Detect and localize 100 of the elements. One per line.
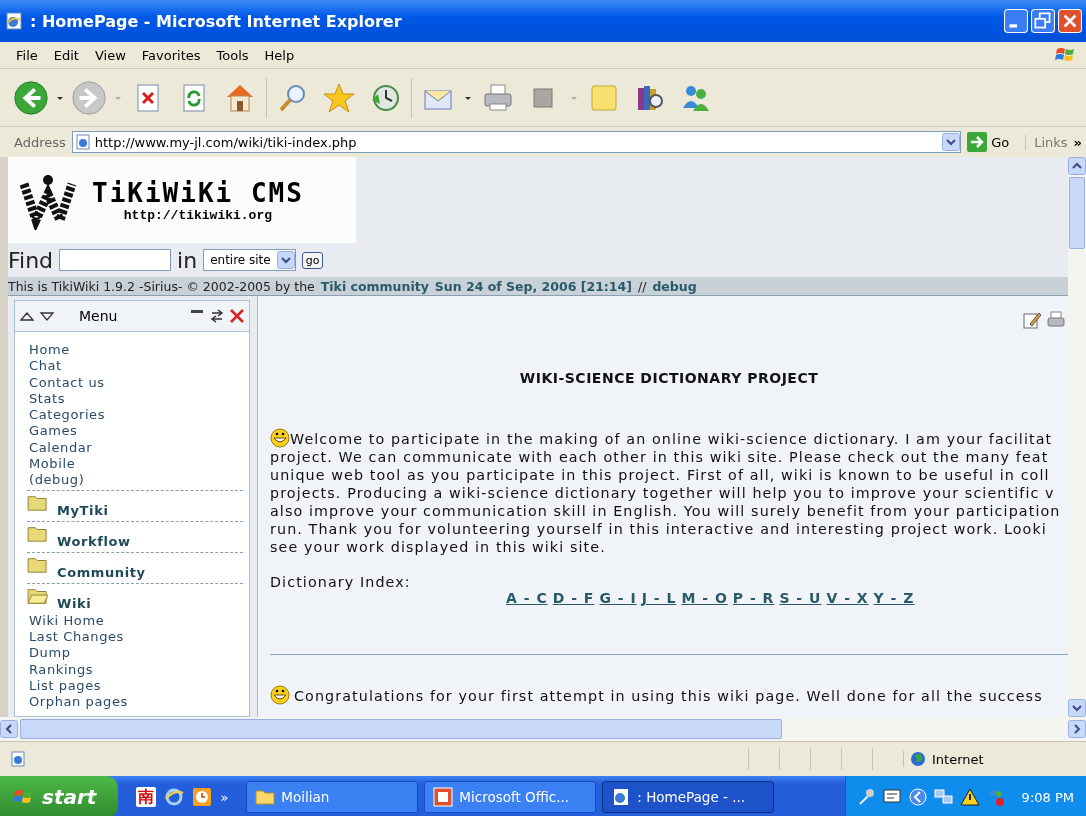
warning-icon[interactable] xyxy=(959,787,980,807)
date-text: Sun 24 of Sep, 2006 [21:14] xyxy=(434,278,632,294)
browser-page-icon xyxy=(10,751,26,767)
window-title: : HomePage - Microsoft Internet Explorer xyxy=(30,11,403,31)
menu-link[interactable]: List pages xyxy=(29,677,102,695)
forward-icon[interactable] xyxy=(70,78,108,117)
menu-link[interactable]: Last Changes xyxy=(29,628,124,646)
smiley-icon xyxy=(270,685,290,705)
paragraph-line: unique web tool as you participate in this project. First of all, wiki is known to be useful in coll xyxy=(270,466,1050,484)
menu-item[interactable]: Help xyxy=(256,45,303,65)
scope-select[interactable]: entire site xyxy=(203,249,296,271)
menu-section[interactable]: Community xyxy=(57,564,146,580)
menu-link[interactable]: Calendar xyxy=(29,439,93,457)
menu-link[interactable]: Orphan pages xyxy=(29,694,128,711)
move-arrows-icon[interactable] xyxy=(19,310,55,322)
in-label: in xyxy=(177,247,198,273)
zone-label: Internet xyxy=(932,751,984,767)
vertical-scrollbar[interactable] xyxy=(1068,157,1086,717)
menu-link[interactable]: Chat xyxy=(29,358,62,375)
index-link[interactable]: G - I xyxy=(599,590,637,606)
scroll-thumb[interactable] xyxy=(1069,177,1085,249)
close-button[interactable] xyxy=(1058,9,1082,33)
menu-link[interactable]: Games xyxy=(29,423,78,440)
logo-title: TiKiWiKi CMS xyxy=(92,177,304,208)
presentation-icon xyxy=(433,787,454,807)
index-link[interactable]: S - U xyxy=(779,590,822,606)
clock-icon[interactable] xyxy=(192,787,213,807)
horizontal-scrollbar[interactable] xyxy=(0,717,1086,741)
links-label[interactable]: Links xyxy=(1025,134,1068,150)
menu-link[interactable]: Mobile xyxy=(29,456,76,473)
menu-section[interactable]: MyTiki xyxy=(57,502,109,518)
menu-link[interactable]: Wiki Home xyxy=(29,612,105,629)
more-chevron[interactable]: » xyxy=(220,789,229,805)
menu-link[interactable]: (debug) xyxy=(29,472,85,489)
go-button[interactable]: Go xyxy=(967,132,1020,152)
community-link[interactable]: Tiki community xyxy=(320,278,429,294)
menu-link[interactable]: Dump xyxy=(29,645,71,662)
search-field[interactable] xyxy=(59,249,172,271)
swap-icon[interactable] xyxy=(209,308,225,324)
menu-item[interactable]: File xyxy=(8,45,46,65)
star-icon[interactable] xyxy=(323,81,355,114)
go-button[interactable]: go xyxy=(301,251,324,269)
taskbar-button[interactable]: Moilian xyxy=(246,781,419,813)
clock: 9:08 PM xyxy=(1021,789,1074,805)
index-label: Dictionary Index: xyxy=(270,574,412,590)
menu-title: Menu xyxy=(78,308,119,324)
menu-link[interactable]: Rankings xyxy=(29,661,94,678)
menu-item[interactable]: View xyxy=(86,45,134,65)
paragraph-line: Congratulations for your first attempt in using this wiki page. Well done for all the success xyxy=(294,687,1043,705)
browser-icon[interactable] xyxy=(164,787,185,807)
scroll-up-button[interactable] xyxy=(1068,157,1086,175)
menu-section[interactable]: Workflow xyxy=(57,533,131,549)
menu-link[interactable]: Contact us xyxy=(29,374,105,391)
menu-item[interactable]: Edit xyxy=(45,45,87,65)
menu-link[interactable]: Categories xyxy=(29,407,106,424)
taskbar-button[interactable]: Microsoft Offic... xyxy=(424,781,597,813)
paragraph-line: Welcome to participate in the making of an online wiki-science dictionary. I am your facilitat xyxy=(290,430,1053,448)
printer-icon[interactable] xyxy=(482,81,514,114)
menu-link[interactable]: Home xyxy=(29,342,70,359)
version-text: This is TikiWiki 1.9.2 -Sirius- © 2002-2005 by the xyxy=(8,278,315,294)
quick-launch-glyph[interactable]: 南 xyxy=(136,787,157,807)
minimize-button[interactable] xyxy=(1004,9,1028,33)
menu-item[interactable]: Tools xyxy=(208,45,257,65)
back-icon[interactable] xyxy=(12,78,50,117)
globe-icon xyxy=(910,751,926,767)
menu-section[interactable]: Wiki xyxy=(57,595,92,611)
paragraph-line: see your work displayed in this wiki site. xyxy=(270,538,606,556)
debug-link[interactable]: debug xyxy=(652,278,697,294)
smiley-icon xyxy=(270,428,290,448)
article-heading: WIKI-SCIENCE DICTIONARY PROJECT xyxy=(518,370,820,386)
index-link[interactable]: V - X xyxy=(826,590,869,606)
close-icon[interactable] xyxy=(229,308,245,324)
menu-item[interactable]: Favorites xyxy=(133,45,209,65)
paragraph-line: run. Thank you for volunteering yourself in this interactive and interesting project work. Looki xyxy=(270,520,1047,538)
paragraph-line: also improve your communication skill in English. You will surely benefit from your participation xyxy=(270,502,1061,520)
index-link[interactable]: J - L xyxy=(641,590,677,606)
edit-icon[interactable] xyxy=(1022,310,1042,330)
address-field[interactable]: http://www.my-jl.com/wiki/tiki-index.php xyxy=(71,131,962,153)
index-link[interactable]: D - F xyxy=(552,590,595,606)
index-link[interactable]: P - R xyxy=(732,590,775,606)
index-link[interactable]: M - O xyxy=(681,590,728,606)
dropdown-button[interactable] xyxy=(942,133,961,151)
scroll-thumb[interactable] xyxy=(20,719,782,739)
taskbar-button[interactable]: : HomePage - ... xyxy=(602,781,775,813)
restore-button[interactable] xyxy=(1031,9,1055,33)
more-chevron[interactable]: » xyxy=(1073,134,1082,150)
scroll-left-button[interactable] xyxy=(0,720,18,738)
folder-icon xyxy=(255,787,276,807)
menu-link[interactable]: Stats xyxy=(29,390,66,408)
printer-icon[interactable] xyxy=(1046,310,1066,330)
separator-text: // xyxy=(637,278,647,294)
find-label: Find xyxy=(8,247,54,273)
index-link[interactable]: Y - Z xyxy=(873,590,915,606)
index-link[interactable]: A - C xyxy=(506,590,548,606)
scroll-right-button[interactable] xyxy=(1068,720,1086,738)
expand-tray-button[interactable] xyxy=(907,787,928,807)
paragraph-line: projects. Producing a wiki-science dictionary together will help you to improve your scientific v xyxy=(270,484,1055,502)
scroll-down-button[interactable] xyxy=(1068,699,1086,717)
browser-page-icon xyxy=(74,134,91,150)
network-icon[interactable] xyxy=(933,787,954,807)
